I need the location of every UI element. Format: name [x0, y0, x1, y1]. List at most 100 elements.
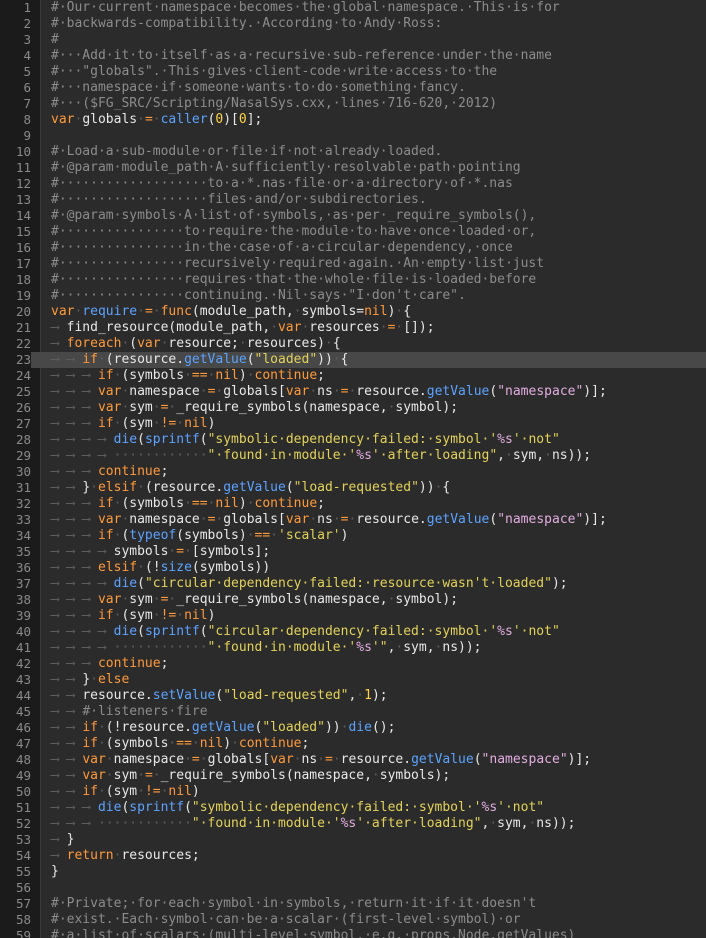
code-token: ·: [332, 752, 341, 767]
code-line[interactable]: 47 ⟶ ⟶ if·(symbols·==·nil)·continue;: [0, 736, 706, 752]
code-token: ·: [137, 784, 145, 799]
code-token: }: [82, 480, 91, 495]
code-line[interactable]: 48 ⟶ ⟶ var·namespace·=·globals[var·ns·=·r…: [0, 752, 706, 768]
code-line[interactable]: 55}: [0, 864, 706, 880]
code-line[interactable]: 7 #···($FG_SRC/Scripting/NasalSys.cxx,·li…: [0, 96, 706, 112]
code-line[interactable]: 26 ⟶ ⟶ ⟶ var·sym·=·_require_symbols(names…: [0, 400, 706, 416]
code-line[interactable]: 59 #·a·list·of·scalars·(multi-level·symbo…: [0, 928, 706, 938]
code-line[interactable]: 11 #·@param·module_path·A·sufficiently·re…: [0, 160, 706, 176]
code-line[interactable]: 23 ⟶ ⟶ if·(resource.getValue("loaded"))·{: [0, 352, 706, 368]
code-line[interactable]: 44 ⟶ ⟶ resource.setValue("load-requested"…: [0, 688, 706, 704]
code-token: ·: [97, 352, 106, 367]
code-line[interactable]: 40 ⟶ ⟶ ⟶ ⟶ die(sprintf("circular·dependen…: [0, 624, 706, 640]
code-line[interactable]: 35 ⟶ ⟶ ⟶ ⟶ symbols·=·[symbols];: [0, 544, 706, 560]
code-line[interactable]: 12 #···················to·a·*.nas·file·or…: [0, 176, 706, 192]
code-line[interactable]: 53 ⟶ }: [0, 832, 706, 848]
code-line[interactable]: 45 ⟶ ⟶ #·listeners·fire: [0, 704, 706, 720]
code-line[interactable]: 52 ⟶ ⟶ ⟶ ············"·found·in·module·'%…: [0, 816, 706, 832]
code-line[interactable]: 54 ⟶ return·resources;: [0, 848, 706, 864]
code-line[interactable]: 5 #···"globals".·This·gives·client-code·w…: [0, 64, 706, 80]
code-line[interactable]: 22 ⟶ foreach·(var·resource;·resources)·{: [0, 336, 706, 352]
code-line[interactable]: 3 #: [0, 32, 706, 48]
code-line[interactable]: 33 ⟶ ⟶ ⟶ var·namespace·=·globals[var·ns·=…: [0, 512, 706, 528]
line-code: ⟶ ⟶ var·namespace·=·globals[var·ns·=·res…: [51, 752, 591, 768]
code-line[interactable]: 43 ⟶ ⟶ }·else: [0, 672, 706, 688]
code-line[interactable]: 57 #·Private;·for·each·symbol·in·symbols,…: [0, 896, 706, 912]
code-token: #·exist.·Each·symbol·can·be·a·scalar·(fi…: [51, 912, 521, 927]
code-token: typeof: [129, 528, 177, 543]
code-token: ⟶ ⟶ ⟶: [51, 800, 98, 815]
code-line[interactable]: 19 #················continuing.·Nil·says·…: [0, 288, 706, 304]
code-token: ): [238, 496, 247, 511]
code-line[interactable]: 10 #·Load·a·sub-module·or·file·if·not·alr…: [0, 144, 706, 160]
code-lines[interactable]: 1 #·Our·current·namespace·becomes·the·glo…: [0, 0, 706, 938]
line-code: ⟶ ⟶ ⟶ var·sym·=·_require_symbols(namespa…: [51, 592, 458, 608]
line-code: #·@param·symbols·A·list·of·symbols,·as·p…: [51, 208, 536, 224]
code-line[interactable]: 20 var·require·=·func(module_path,·symbol…: [0, 304, 706, 320]
code-line[interactable]: 37 ⟶ ⟶ ⟶ ⟶ die("circular·dependency·faile…: [0, 576, 706, 592]
code-line[interactable]: 38 ⟶ ⟶ ⟶ var·sym·=·_require_symbols(names…: [0, 592, 706, 608]
code-token: "load-requested": [223, 688, 349, 703]
code-line[interactable]: 36 ⟶ ⟶ ⟶ elsif·(!size(symbols)): [0, 560, 706, 576]
code-line[interactable]: 4 #···Add·it·to·itself·as·a·recursive·sub…: [0, 48, 706, 64]
code-line[interactable]: 2 #·backwards-compatibility.·According·to…: [0, 16, 706, 32]
code-line[interactable]: 31 ⟶ ⟶ }·elsif·(resource.getValue("load-r…: [0, 480, 706, 496]
code-line[interactable]: 1 #·Our·current·namespace·becomes·the·glo…: [0, 0, 706, 16]
code-editor[interactable]: 1 #·Our·current·namespace·becomes·the·glo…: [0, 0, 706, 938]
code-token: ·: [97, 736, 106, 751]
code-token: var: [137, 336, 161, 351]
code-token: =: [176, 544, 185, 559]
code-line[interactable]: 27 ⟶ ⟶ ⟶ if·(sym·!=·nil): [0, 416, 706, 432]
line-number: 34: [15, 528, 31, 543]
code-token: _require_symbols(namespace,: [176, 400, 388, 415]
code-token: var: [51, 304, 75, 319]
code-token: else: [97, 672, 130, 687]
code-token: die: [113, 576, 138, 591]
code-line[interactable]: 39 ⟶ ⟶ ⟶ if·(sym·!=·nil): [0, 608, 706, 624]
line-code: ⟶ ⟶ ⟶ var·namespace·=·globals[var·ns·=·r…: [51, 384, 607, 400]
code-line[interactable]: 46 ⟶ ⟶ if·(!resource.getValue("loaded"))·…: [0, 720, 706, 736]
code-token: ;: [301, 736, 310, 751]
code-token: continue: [254, 496, 318, 511]
code-token: ⟶ ⟶: [51, 688, 83, 703]
code-token: ·: [137, 112, 145, 127]
code-token: resources: [309, 320, 380, 335]
code-line[interactable]: 34 ⟶ ⟶ ⟶ if·(typeof(symbols)·==·'scalar'): [0, 528, 706, 544]
code-line[interactable]: 8 var·globals·=·caller(0)[0];: [0, 112, 706, 128]
code-token: if: [97, 368, 114, 383]
code-line[interactable]: 6 #···namespace·if·someone·wants·to·do·so…: [0, 80, 706, 96]
code-line[interactable]: 58 #·exist.·Each·symbol·can·be·a·scalar·(…: [0, 912, 706, 928]
code-token: ·: [176, 416, 185, 431]
code-token: '·after·loading": [356, 816, 482, 831]
code-line[interactable]: 49 ⟶ ⟶ var·sym·=·_require_symbols(namespa…: [0, 768, 706, 784]
line-code: ⟶ ⟶ ⟶ ⟶ ············"·found·in·module·'%…: [51, 448, 591, 464]
code-line[interactable]: 29 ⟶ ⟶ ⟶ ⟶ ············"·found·in·module·…: [0, 448, 706, 464]
code-token: {: [442, 480, 451, 495]
code-line[interactable]: 28 ⟶ ⟶ ⟶ ⟶ die(sprintf("symbolic·dependen…: [0, 432, 706, 448]
code-line[interactable]: 25 ⟶ ⟶ ⟶ var·namespace·=·globals[var·ns·=…: [0, 384, 706, 400]
code-line[interactable]: 30 ⟶ ⟶ ⟶ continue;: [0, 464, 706, 480]
code-line[interactable]: 41 ⟶ ⟶ ⟶ ⟶ ············"·found·in·module·…: [0, 640, 706, 656]
code-line[interactable]: 42 ⟶ ⟶ ⟶ continue;: [0, 656, 706, 672]
code-token: ,: [497, 448, 505, 463]
code-token: ·: [246, 496, 255, 511]
code-line[interactable]: 13 #···················files·and/or·subdi…: [0, 192, 706, 208]
code-line[interactable]: 21 ⟶ find_resource(module_path,·var·resou…: [0, 320, 706, 336]
code-line[interactable]: 50 ⟶ ⟶ if·(sym·!=·nil): [0, 784, 706, 800]
code-line[interactable]: 9: [0, 128, 706, 144]
code-line[interactable]: 16 #················in·the·case·of·a·circ…: [0, 240, 706, 256]
code-line[interactable]: 17 #················recursively·required·…: [0, 256, 706, 272]
code-line[interactable]: 56: [0, 880, 706, 896]
code-token: getValue: [184, 352, 247, 367]
code-line[interactable]: 32 ⟶ ⟶ ⟶ if·(symbols·==·nil)·continue;: [0, 496, 706, 512]
line-code: #···"globals".·This·gives·client-code·wr…: [51, 64, 497, 80]
code-token: %s: [356, 448, 372, 463]
code-token: (sym: [105, 784, 138, 799]
code-line[interactable]: 51 ⟶ ⟶ ⟶ die(sprintf("symbolic·dependency…: [0, 800, 706, 816]
code-token: (: [137, 576, 145, 591]
code-line[interactable]: 14 #·@param·symbols·A·list·of·symbols,·as…: [0, 208, 706, 224]
line-number: 7: [23, 96, 31, 111]
code-line[interactable]: 18 #················requires·that·the·who…: [0, 272, 706, 288]
code-line[interactable]: 24 ⟶ ⟶ ⟶ if·(symbols·==·nil)·continue;: [0, 368, 706, 384]
code-line[interactable]: 15 #················to·require·the·module…: [0, 224, 706, 240]
